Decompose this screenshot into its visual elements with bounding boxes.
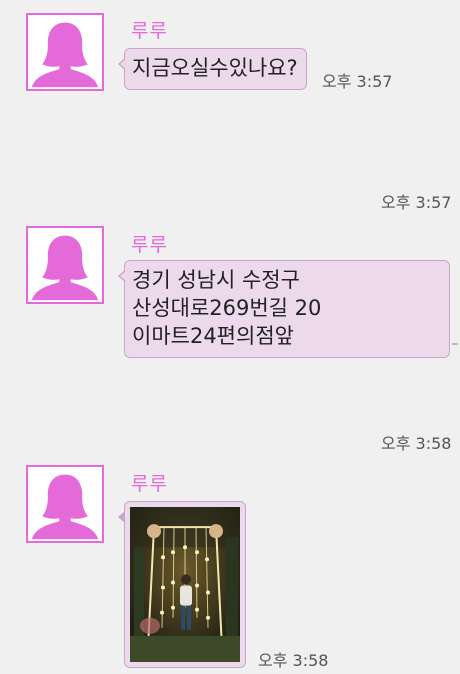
photo-thumbnail[interactable] [130,507,240,662]
sender-name: 루루 [131,473,168,495]
person-silhouette-icon [31,22,99,88]
sender-avatar[interactable] [26,465,104,543]
image-message-bubble[interactable] [118,501,246,668]
message-text: 지금오실수있나요? [132,56,298,80]
message-bubble[interactable]: 지금오실수있나요? [118,48,307,90]
sender-name: 루루 [131,234,168,256]
sender-avatar[interactable] [26,13,104,91]
person-silhouette-icon [31,235,99,301]
message-time: 오후 3:57 [322,72,393,91]
message-text-line: 이마트24편의점앞 [132,324,294,348]
person-silhouette-icon [31,474,99,540]
message-bubble[interactable]: 경기 성남시 수정구 산성대로269번길 20 이마트24편의점앞 [118,260,450,358]
message-time: 오후 3:57 [381,193,452,212]
chat-thread: 루루 지금오실수있나요? 오후 3:57 오후 3:57 루루 경기 성남시 수… [0,0,460,674]
message-time: 오후 3:58 [381,434,452,453]
message-text-line: 산성대로269번길 20 [132,296,322,320]
scroll-edge-mark [452,343,458,345]
sender-name: 루루 [131,20,168,42]
message-text-line: 경기 성남시 수정구 [132,268,300,292]
message-time: 오후 3:58 [258,651,329,670]
sender-avatar[interactable] [26,226,104,304]
